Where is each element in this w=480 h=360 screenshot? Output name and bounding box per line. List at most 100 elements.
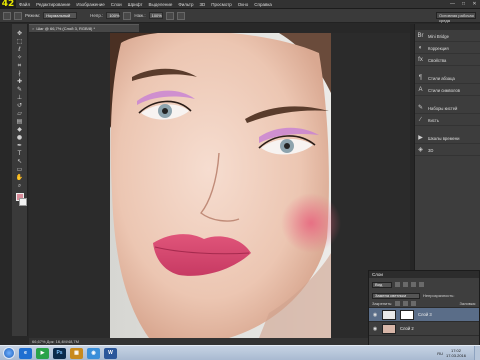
- move-tool-icon[interactable]: ✥: [15, 30, 24, 37]
- layer-name: Слой 3: [418, 312, 432, 317]
- history-brush-tool-icon[interactable]: ↺: [15, 102, 24, 109]
- layer-row[interactable]: ◉ Слой 3: [369, 308, 479, 322]
- start-button[interactable]: [3, 347, 15, 359]
- blur-tool-icon[interactable]: ◆: [15, 126, 24, 133]
- clock-date: 17.03.2016: [445, 353, 466, 358]
- lasso-tool-icon[interactable]: ℓ: [15, 46, 24, 53]
- panel-mini-bridge[interactable]: Br Mini Bridge: [415, 32, 480, 42]
- taskbar-app-photoshop[interactable]: Ps: [53, 347, 66, 359]
- brush-tool-icon[interactable]: [3, 11, 11, 20]
- brush-preset-picker[interactable]: [14, 11, 22, 20]
- healing-tool-icon[interactable]: ✚: [15, 78, 24, 85]
- clock[interactable]: 17:02 17.03.2016: [446, 348, 466, 358]
- panel-label: Кисть: [428, 118, 439, 123]
- clone-stamp-tool-icon[interactable]: ⊥: [15, 94, 24, 101]
- layers-panel: Слои Вид Замена светлым Непрозрачность: …: [368, 270, 480, 347]
- flow-label: Наж.:: [134, 13, 146, 18]
- panel-paragraph-styles[interactable]: ¶ Стили абзаца: [415, 74, 480, 84]
- opacity-input[interactable]: 100%: [106, 12, 121, 19]
- panel-label: Стили абзаца: [428, 76, 455, 81]
- layer-filter-select[interactable]: Вид: [372, 281, 392, 288]
- language-indicator[interactable]: RU: [437, 351, 443, 356]
- pen-tool-icon[interactable]: ✒: [15, 142, 24, 149]
- hand-tool-icon[interactable]: ✋: [15, 174, 24, 181]
- taskbar-app-explorer[interactable]: ▦: [70, 347, 83, 359]
- taskbar-app-media[interactable]: ▶: [36, 347, 49, 359]
- menu-image[interactable]: Изображение: [73, 2, 107, 7]
- zoom-tool-icon[interactable]: ⌕: [15, 182, 24, 189]
- menu-select[interactable]: Выделение: [145, 2, 175, 7]
- pressure-size-icon[interactable]: [176, 11, 185, 20]
- filter-shape-icon[interactable]: [419, 282, 424, 287]
- airbrush-icon[interactable]: [165, 11, 174, 20]
- eraser-tool-icon[interactable]: ▱: [15, 110, 24, 117]
- menu-file[interactable]: Файл: [16, 2, 33, 7]
- panel-label: Коррекция: [428, 46, 449, 51]
- options-bar: Режим: Нормальный Непр.: 100% Наж.: 100%…: [0, 9, 480, 23]
- panel-brush[interactable]: ∕ Кисть: [415, 116, 480, 126]
- layer-mask-thumbnail[interactable]: [400, 309, 414, 320]
- taskbar-app-ie[interactable]: e: [19, 347, 32, 359]
- windows-taskbar: e ▶ Ps ▦ ◉ W RU 17:02 17.03.2016: [0, 345, 480, 360]
- close-button[interactable]: ✕: [471, 1, 478, 7]
- styles-icon: fx: [418, 57, 423, 63]
- panel-label: Шкалы времени: [428, 136, 460, 141]
- marquee-tool-icon[interactable]: ⬚: [15, 38, 24, 45]
- taskbar-app-browser[interactable]: ◉: [87, 347, 100, 359]
- layers-panel-title[interactable]: Слои: [369, 271, 479, 278]
- brush-presets-icon: ✎: [417, 105, 424, 111]
- background-color-swatch[interactable]: [18, 198, 27, 206]
- menu-edit[interactable]: Редактирование: [33, 2, 73, 7]
- gradient-tool-icon[interactable]: ▤: [15, 118, 24, 125]
- lock-position-icon[interactable]: [403, 301, 409, 306]
- shape-tool-icon[interactable]: ▭: [15, 166, 24, 173]
- panel-3d[interactable]: ◈ 3D: [415, 146, 480, 156]
- document-tab[interactable]: × Шаг @ 66,7% (Слой 3, RGB/8) *: [29, 24, 139, 32]
- eye-icon[interactable]: ◉: [372, 312, 378, 318]
- dodge-tool-icon[interactable]: ●: [15, 134, 24, 141]
- menu-layers[interactable]: Слои: [108, 2, 125, 7]
- panel-label: Mini Bridge: [428, 34, 449, 39]
- menu-3d[interactable]: 3D: [196, 2, 208, 7]
- lock-all-icon[interactable]: [411, 301, 417, 306]
- crop-tool-icon[interactable]: ⌗: [15, 62, 24, 69]
- menu-view[interactable]: Просмотр: [208, 2, 235, 7]
- quick-select-tool-icon[interactable]: ✧: [15, 54, 24, 61]
- taskbar-app-word[interactable]: W: [104, 347, 117, 359]
- path-select-tool-icon[interactable]: ↖: [15, 158, 24, 165]
- filter-pixel-icon[interactable]: [395, 282, 400, 287]
- minimize-button[interactable]: —: [449, 1, 456, 7]
- layer-row[interactable]: ◉ Слой 2: [369, 322, 479, 336]
- lock-pixels-icon[interactable]: [395, 301, 401, 306]
- menu-filter[interactable]: Фильтр: [175, 2, 196, 7]
- panel-label: Свойства: [428, 58, 447, 63]
- filter-type-icon[interactable]: [411, 282, 416, 287]
- dock-header[interactable]: [415, 24, 480, 30]
- lock-label: Закрепить:: [372, 301, 393, 306]
- panel-character-styles[interactable]: A Стили символов: [415, 86, 480, 96]
- eye-icon[interactable]: ◉: [372, 326, 378, 332]
- layer-thumbnail: [382, 309, 396, 320]
- portrait-image: [110, 33, 341, 338]
- panel-properties[interactable]: fx Свойства: [415, 56, 480, 66]
- mode-select[interactable]: Нормальный: [43, 12, 78, 19]
- menu-type[interactable]: Шрифт: [125, 2, 146, 7]
- brush-tool-icon[interactable]: ✎: [15, 86, 24, 93]
- menu-window[interactable]: Окно: [235, 2, 251, 7]
- blend-mode-select[interactable]: Замена светлым: [372, 292, 420, 299]
- show-desktop-button[interactable]: [474, 346, 480, 360]
- type-tool-icon[interactable]: T: [15, 150, 24, 157]
- menu-help[interactable]: Справка: [251, 2, 275, 7]
- maximize-button[interactable]: □: [460, 1, 467, 7]
- panel-brush-presets[interactable]: ✎ Наборы кистей: [415, 104, 480, 114]
- panel-corrections[interactable]: ◐ Коррекция: [415, 44, 480, 54]
- flow-input[interactable]: 100%: [148, 12, 163, 19]
- system-tray: RU 17:02 17.03.2016: [437, 348, 466, 358]
- workspace-select[interactable]: Основная рабочая среда: [436, 12, 476, 23]
- pressure-opacity-icon[interactable]: [123, 11, 132, 20]
- close-tab-icon[interactable]: ×: [32, 26, 34, 31]
- canvas-area[interactable]: [29, 33, 411, 338]
- eyedropper-tool-icon[interactable]: ∤: [15, 70, 24, 77]
- filter-adjust-icon[interactable]: [403, 282, 408, 287]
- panel-timeline[interactable]: ▶ Шкалы времени: [415, 134, 480, 144]
